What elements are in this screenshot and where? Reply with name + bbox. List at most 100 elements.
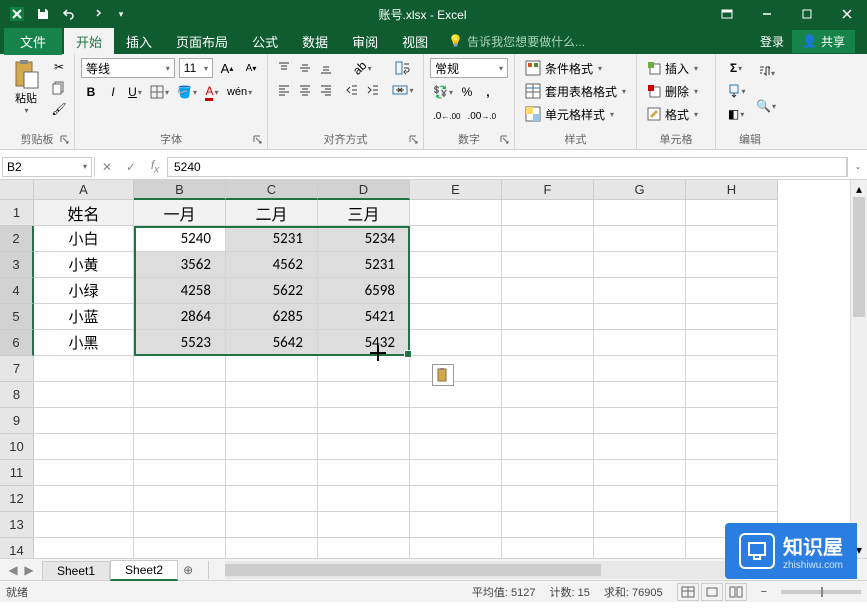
increase-indent-button[interactable]	[363, 80, 383, 100]
cell-G12[interactable]	[594, 486, 686, 512]
enter-formula-button[interactable]: ✓	[119, 157, 143, 177]
cell-E2[interactable]	[410, 226, 502, 252]
cell-B9[interactable]	[134, 408, 226, 434]
cell-E9[interactable]	[410, 408, 502, 434]
cell-G10[interactable]	[594, 434, 686, 460]
cell-A14[interactable]	[34, 538, 134, 558]
cell-E14[interactable]	[410, 538, 502, 558]
sheet-nav-next[interactable]: ▶	[22, 563, 36, 577]
cell-C10[interactable]	[226, 434, 318, 460]
cell-E13[interactable]	[410, 512, 502, 538]
row-header-7[interactable]: 7	[0, 356, 34, 382]
cell-B4[interactable]: 4258	[134, 278, 226, 304]
cell-E10[interactable]	[410, 434, 502, 460]
row-header-10[interactable]: 10	[0, 434, 34, 460]
cell-D8[interactable]	[318, 382, 410, 408]
sort-filter-button[interactable]: ▾	[754, 58, 778, 88]
format-as-table-button[interactable]: 套用表格格式▾	[521, 81, 630, 101]
format-painter-button[interactable]: 🖌	[50, 100, 68, 118]
copy-button[interactable]	[50, 79, 68, 97]
decrease-decimal-button[interactable]: .00→.0	[464, 106, 499, 126]
column-header-g[interactable]: G	[594, 180, 686, 200]
cell-F11[interactable]	[502, 460, 594, 486]
column-header-b[interactable]: B	[134, 180, 226, 200]
font-launcher-icon[interactable]	[251, 133, 265, 147]
share-button[interactable]: 👤 共享	[792, 30, 855, 53]
cell-B5[interactable]: 2864	[134, 304, 226, 330]
cell-F7[interactable]	[502, 356, 594, 382]
cell-H6[interactable]	[686, 330, 778, 356]
cell-D1[interactable]: 三月	[318, 200, 410, 226]
cell-D9[interactable]	[318, 408, 410, 434]
alignment-launcher-icon[interactable]	[407, 133, 421, 147]
cell-D2[interactable]: 5234	[318, 226, 410, 252]
cell-A5[interactable]: 小蓝	[34, 304, 134, 330]
cell-B7[interactable]	[134, 356, 226, 382]
column-header-d[interactable]: D	[318, 180, 410, 200]
name-box[interactable]: B2▾	[2, 157, 92, 177]
row-header-12[interactable]: 12	[0, 486, 34, 512]
bold-button[interactable]: B	[81, 82, 101, 102]
cell-H3[interactable]	[686, 252, 778, 278]
excel-app-icon[interactable]	[6, 3, 28, 25]
autosum-button[interactable]: Σ▾	[722, 58, 750, 78]
cell-C12[interactable]	[226, 486, 318, 512]
cell-G8[interactable]	[594, 382, 686, 408]
font-color-button[interactable]: A▾	[202, 82, 222, 102]
cell-E8[interactable]	[410, 382, 502, 408]
cell-A9[interactable]	[34, 408, 134, 434]
cell-A2[interactable]: 小白	[34, 226, 134, 252]
hscroll-thumb[interactable]	[225, 564, 601, 576]
zoom-slider[interactable]	[781, 590, 861, 594]
cell-H10[interactable]	[686, 434, 778, 460]
cell-F12[interactable]	[502, 486, 594, 512]
cell-H12[interactable]	[686, 486, 778, 512]
cell-E4[interactable]	[410, 278, 502, 304]
cell-B8[interactable]	[134, 382, 226, 408]
column-header-f[interactable]: F	[502, 180, 594, 200]
cell-B13[interactable]	[134, 512, 226, 538]
cell-E7[interactable]	[410, 356, 502, 382]
cell-B6[interactable]: 5523	[134, 330, 226, 356]
row-header-11[interactable]: 11	[0, 460, 34, 486]
row-header-6[interactable]: 6	[0, 330, 34, 356]
fill-button[interactable]: ▾	[722, 81, 750, 101]
spreadsheet-grid[interactable]: A B C D E F G H 1姓名一月二月三月2小白524052315234…	[0, 180, 867, 558]
cell-F3[interactable]	[502, 252, 594, 278]
signin-link[interactable]: 登录	[760, 33, 784, 50]
cell-F9[interactable]	[502, 408, 594, 434]
align-left-button[interactable]	[274, 80, 294, 100]
cell-B1[interactable]: 一月	[134, 200, 226, 226]
orientation-button[interactable]: ab▾	[342, 58, 383, 78]
tab-home[interactable]: 开始	[64, 28, 114, 55]
cell-D3[interactable]: 5231	[318, 252, 410, 278]
cell-E1[interactable]	[410, 200, 502, 226]
cell-H8[interactable]	[686, 382, 778, 408]
cell-F10[interactable]	[502, 434, 594, 460]
cell-G9[interactable]	[594, 408, 686, 434]
cell-D12[interactable]	[318, 486, 410, 512]
column-header-a[interactable]: A	[34, 180, 134, 200]
tab-page-layout[interactable]: 页面布局	[164, 28, 240, 55]
cell-G2[interactable]	[594, 226, 686, 252]
wrap-text-button[interactable]	[389, 58, 417, 78]
currency-button[interactable]: 💱▾	[430, 82, 456, 102]
sheet-tab-sheet1[interactable]: Sheet1	[42, 561, 110, 580]
align-center-button[interactable]	[295, 80, 315, 100]
insert-function-button[interactable]: fx	[143, 157, 167, 177]
cell-A11[interactable]	[34, 460, 134, 486]
cell-styles-button[interactable]: 单元格样式▾	[521, 104, 630, 124]
cell-A3[interactable]: 小黄	[34, 252, 134, 278]
cell-F8[interactable]	[502, 382, 594, 408]
cell-H2[interactable]	[686, 226, 778, 252]
border-button[interactable]: ▾	[147, 82, 172, 102]
minimize-icon[interactable]	[747, 0, 787, 28]
cell-G7[interactable]	[594, 356, 686, 382]
tab-formulas[interactable]: 公式	[240, 28, 290, 55]
zoom-out-button[interactable]: −	[761, 586, 767, 598]
cell-H4[interactable]	[686, 278, 778, 304]
cell-A7[interactable]	[34, 356, 134, 382]
conditional-formatting-button[interactable]: 条件格式▾	[521, 58, 630, 78]
increase-font-button[interactable]: A▴	[217, 58, 237, 78]
tab-file[interactable]: 文件	[4, 28, 62, 55]
